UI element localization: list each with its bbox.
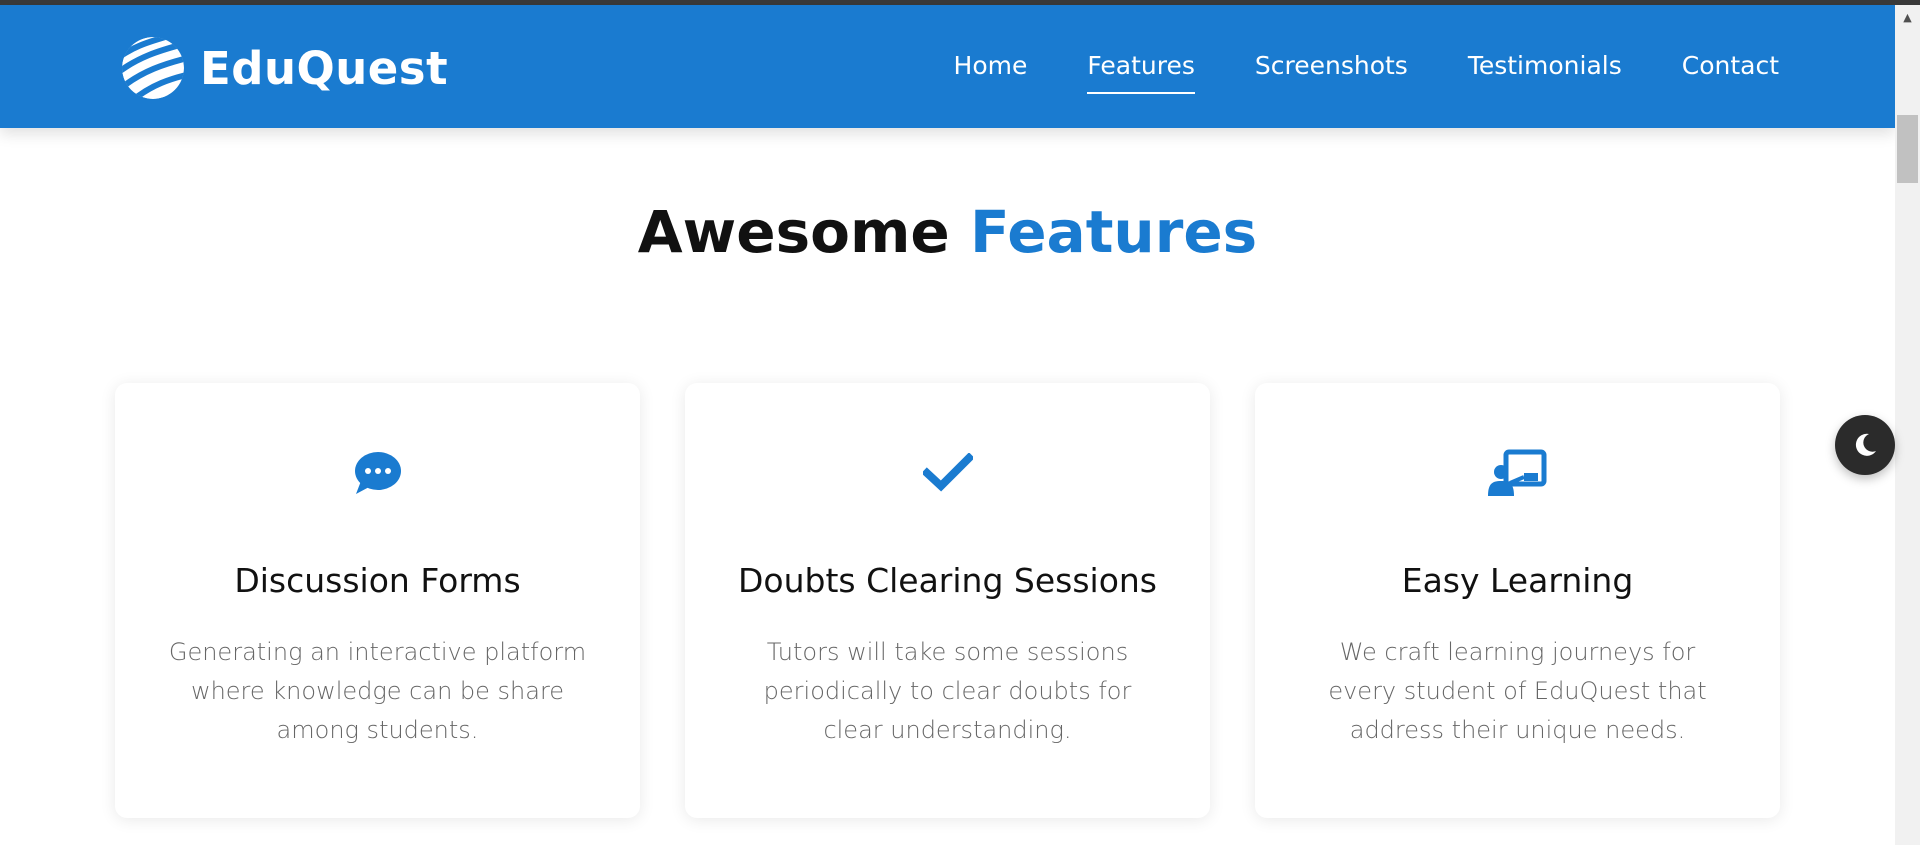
section-title-accent: Features: [969, 198, 1258, 266]
nav-item-testimonials[interactable]: Testimonials: [1468, 51, 1622, 80]
brand-name: EduQuest: [200, 41, 449, 95]
main-nav: Home Features Screenshots Testimonials C…: [894, 51, 1779, 94]
section-title-prefix: Awesome: [637, 198, 950, 266]
feature-description: Tutors will take some sessions periodica…: [763, 638, 1132, 744]
scroll-up-arrow-icon[interactable]: ▲: [1895, 5, 1920, 30]
feature-title: Doubts Clearing Sessions: [737, 561, 1157, 600]
nav-item-features[interactable]: Features: [1087, 51, 1195, 94]
feature-title: Discussion Forms: [234, 561, 521, 600]
moon-icon: [1855, 433, 1876, 456]
brand[interactable]: EduQuest: [120, 35, 448, 101]
navbar: EduQuest Home Features Screenshots Testi…: [0, 5, 1895, 128]
section-title: Awesome Features: [0, 198, 1895, 266]
chalkboard-teacher-icon: [1487, 449, 1546, 496]
feature-card-doubts: Doubts Clearing Sessions Tutors will tak…: [685, 383, 1210, 818]
feature-description: We craft learning journeys for every stu…: [1328, 638, 1707, 744]
nav-item-home[interactable]: Home: [954, 51, 1028, 80]
striped-globe-icon: [122, 37, 184, 99]
chat-bubble-icon: [354, 452, 401, 494]
feature-description: Generating an interactive platform where…: [168, 638, 587, 744]
nav-item-contact[interactable]: Contact: [1682, 51, 1779, 80]
dark-mode-toggle-button[interactable]: [1835, 415, 1895, 475]
checkmark-icon: [922, 453, 973, 492]
page-scrollbar[interactable]: ▲: [1895, 5, 1920, 845]
feature-card-easy-learning: Easy Learning We craft learning journeys…: [1255, 383, 1780, 818]
feature-card-discussion: Discussion Forms Generating an interacti…: [115, 383, 640, 818]
feature-title: Easy Learning: [1401, 561, 1634, 600]
scrollbar-thumb[interactable]: [1897, 115, 1918, 183]
nav-item-screenshots[interactable]: Screenshots: [1255, 51, 1408, 80]
